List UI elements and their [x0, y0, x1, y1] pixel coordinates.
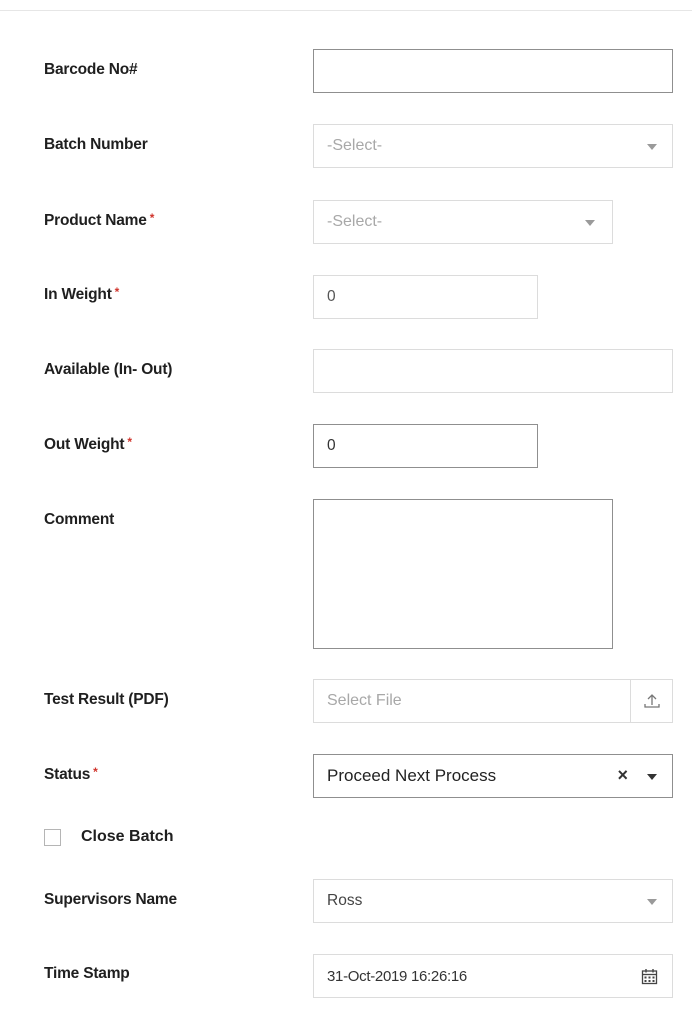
required-marker: *	[149, 211, 155, 225]
supervisor-value: Ross	[327, 892, 363, 909]
test-result-label-text: Test Result (PDF)	[44, 691, 169, 708]
comment-label: Comment	[44, 511, 114, 529]
supervisor-label: Supervisors Name	[44, 891, 177, 909]
clear-icon[interactable]: ×	[617, 766, 628, 784]
timestamp-input[interactable]: 31-Oct-2019 16:26:16	[313, 954, 673, 998]
batch-number-label-text: Batch Number	[44, 136, 148, 153]
top-divider	[0, 10, 692, 11]
required-marker: *	[114, 285, 120, 299]
out-weight-label: Out Weight *	[44, 435, 132, 454]
barcode-label: Barcode No#	[44, 61, 138, 79]
in-weight-label-text: In Weight	[44, 286, 112, 303]
timestamp-value: 31-Oct-2019 16:26:16	[327, 967, 467, 985]
product-name-label: Product Name *	[44, 211, 155, 230]
product-name-select[interactable]: -Select-	[313, 200, 613, 244]
file-placeholder: Select File	[327, 692, 402, 709]
batch-number-label: Batch Number	[44, 136, 148, 154]
available-input[interactable]	[313, 349, 673, 393]
available-label: Available (In- Out)	[44, 361, 172, 379]
upload-icon	[643, 694, 660, 708]
comment-textarea[interactable]	[313, 499, 613, 649]
required-marker: *	[127, 435, 132, 449]
required-marker: *	[93, 765, 98, 779]
status-label: Status *	[44, 765, 98, 784]
status-label-text: Status	[44, 766, 91, 783]
supervisor-select[interactable]: Ross	[313, 879, 673, 923]
chevron-down-icon[interactable]	[647, 774, 657, 780]
barcode-label-text: Barcode No#	[44, 61, 138, 78]
upload-button[interactable]	[630, 680, 672, 722]
timestamp-label-text: Time Stamp	[44, 965, 130, 982]
barcode-input[interactable]	[313, 49, 673, 93]
close-batch-label-text: Close Batch	[81, 828, 174, 845]
batch-number-placeholder: -Select-	[327, 137, 383, 154]
close-batch-checkbox[interactable]	[44, 829, 61, 846]
chevron-down-icon	[585, 220, 595, 226]
chevron-down-icon	[647, 899, 657, 905]
product-name-label-text: Product Name	[44, 212, 147, 229]
supervisor-label-text: Supervisors Name	[44, 891, 177, 908]
available-label-text: Available (In- Out)	[44, 361, 173, 378]
test-result-label: Test Result (PDF)	[44, 691, 169, 709]
calendar-icon[interactable]	[641, 968, 658, 985]
chevron-down-icon	[647, 144, 657, 150]
out-weight-label-text: Out Weight	[44, 436, 125, 453]
status-value: Proceed Next Process	[327, 766, 497, 785]
timestamp-label: Time Stamp	[44, 965, 130, 983]
comment-label-text: Comment	[44, 511, 115, 528]
status-select[interactable]: Proceed Next Process ×	[313, 754, 673, 798]
out-weight-value: 0	[327, 437, 336, 454]
test-result-file-input[interactable]: Select File	[313, 679, 673, 723]
close-batch-label[interactable]: Close Batch	[81, 828, 173, 846]
in-weight-input[interactable]: 0	[313, 275, 538, 319]
in-weight-label: In Weight *	[44, 285, 120, 304]
product-name-placeholder: -Select-	[327, 213, 383, 230]
batch-number-select[interactable]: -Select-	[313, 124, 673, 168]
out-weight-input[interactable]: 0	[313, 424, 538, 468]
in-weight-value: 0	[327, 288, 336, 305]
